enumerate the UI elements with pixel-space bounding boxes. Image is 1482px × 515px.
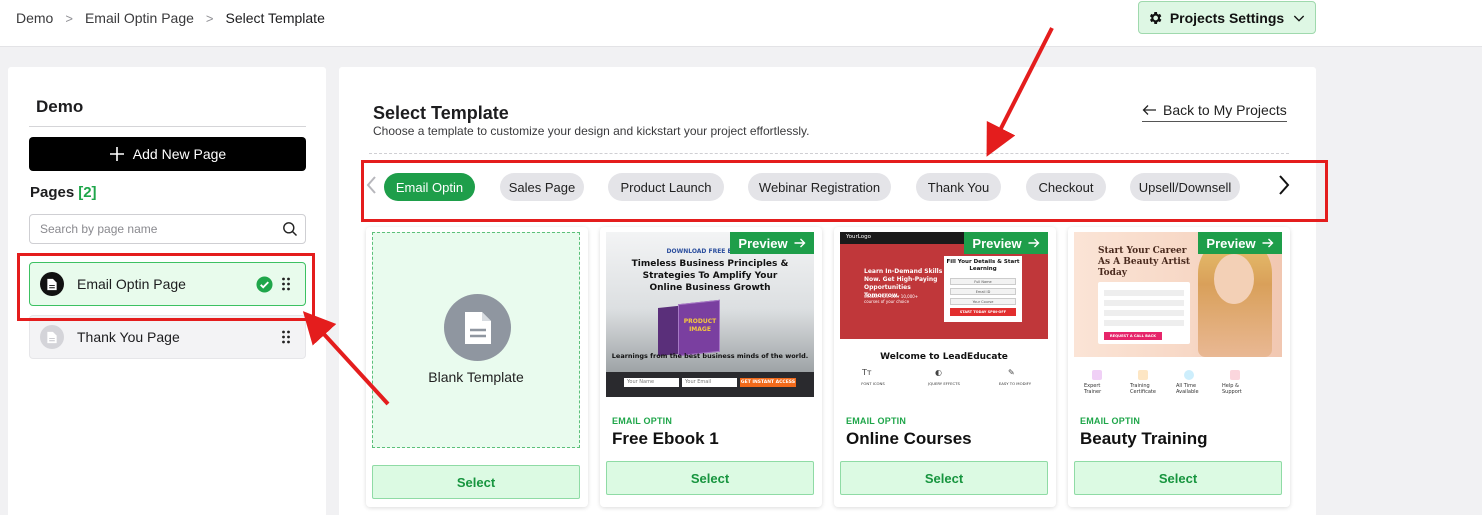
annotation-highlight-box	[17, 253, 315, 321]
search-icon[interactable]	[282, 221, 298, 237]
divider	[29, 126, 306, 127]
select-button[interactable]: Select	[1074, 461, 1282, 495]
breadcrumb-select-template: Select Template	[225, 10, 325, 26]
blank-document-icon	[444, 294, 511, 361]
template-card-online-courses[interactable]: YourLogo Learn In-Demand Skills Now. Get…	[834, 227, 1056, 507]
breadcrumb-email-optin-page[interactable]: Email Optin Page	[85, 10, 194, 26]
projects-settings-button[interactable]: Projects Settings	[1138, 1, 1316, 34]
thumb-feature: All Time Available	[1176, 383, 1199, 395]
select-button[interactable]: Select	[840, 461, 1048, 495]
edit-icon: ✎	[1008, 368, 1015, 377]
annotation-highlight-box	[361, 160, 1328, 222]
pages-heading-label: Pages	[30, 184, 75, 201]
preview-button[interactable]: Preview	[964, 232, 1048, 254]
thumb-logo: YourLogo	[846, 234, 871, 240]
preview-label: Preview	[738, 235, 788, 251]
template-thumbnail: YourLogo Learn In-Demand Skills Now. Get…	[840, 232, 1048, 397]
arrow-right-icon	[794, 238, 806, 248]
pages-heading: Pages [2]	[30, 184, 97, 201]
divider	[369, 153, 1289, 154]
back-to-projects-link[interactable]: Back to My Projects	[1142, 102, 1287, 122]
document-icon	[40, 325, 64, 349]
sidebar-project-title: Demo	[36, 97, 84, 116]
template-thumbnail: DOWNLOAD FREE E-BOOK Timeless Business P…	[606, 232, 814, 397]
template-category: EMAIL OPTIN	[846, 416, 907, 426]
template-thumbnail: Start Your Career As A Beauty Artist Tod…	[1074, 232, 1282, 397]
thumb-form-title: Fill Your Details & Start Learning	[946, 259, 1020, 272]
thumb-field-email: Email ID	[950, 288, 1016, 295]
drag-handle-icon[interactable]	[281, 329, 291, 345]
chevron-down-icon	[1294, 15, 1305, 22]
top-bar: Demo > Email Optin Page > Select Templat…	[0, 0, 1482, 47]
thumb-field-email: Your Email	[682, 378, 737, 387]
gear-icon	[1149, 11, 1162, 24]
page-subtitle: Choose a template to customize your desi…	[373, 124, 810, 138]
sidebar-page-thank-you[interactable]: Thank You Page	[29, 315, 306, 359]
arrow-right-icon	[1262, 238, 1274, 248]
page-search-input[interactable]	[30, 215, 270, 243]
thumb-cta: GET INSTANT ACCESS	[740, 378, 796, 387]
thumb-headline: Timeless Business Principles & Strategie…	[631, 259, 789, 293]
thumb-feature: FONT ICONS	[861, 381, 885, 386]
pages-count: [2]	[78, 184, 97, 201]
thumb-field-name: Full Name	[950, 278, 1016, 285]
thumb-feature: Training Certificate	[1130, 383, 1156, 395]
preview-label: Preview	[972, 235, 1022, 251]
thumb-tagline: Learnings from the best business minds o…	[611, 352, 809, 360]
effects-icon: ◐	[935, 368, 942, 377]
blank-template-area[interactable]: Blank Template	[372, 232, 580, 448]
template-category: EMAIL OPTIN	[612, 416, 673, 426]
thumb-welcome: Welcome to LeadEducate	[880, 352, 1008, 362]
chevron-right-icon: >	[205, 10, 214, 26]
thumb-hero-small: Choose from over 10,000+ courses of your…	[864, 294, 919, 304]
thumb-feature: EASY TO MODIFY	[998, 381, 1032, 386]
thumb-book: PRODUCT IMAGE	[683, 318, 717, 333]
add-new-page-button[interactable]: Add New Page	[29, 137, 306, 171]
template-card-free-ebook[interactable]: DOWNLOAD FREE E-BOOK Timeless Business P…	[600, 227, 822, 507]
thumb-feature: JQUERY EFFECTS	[928, 381, 960, 386]
arrow-right-icon	[1028, 238, 1040, 248]
add-new-page-label: Add New Page	[132, 146, 227, 162]
breadcrumb: Demo > Email Optin Page > Select Templat…	[16, 10, 325, 26]
thumb-field-name: Your Name	[624, 378, 679, 387]
thumb-field-course: Your Course	[950, 298, 1016, 305]
select-button[interactable]: Select	[606, 461, 814, 495]
font-icon: Tт	[862, 368, 872, 377]
back-link-label: Back to My Projects	[1163, 102, 1287, 118]
template-name: Online Courses	[846, 429, 972, 448]
breadcrumb-demo[interactable]: Demo	[16, 10, 53, 26]
preview-button[interactable]: Preview	[730, 232, 814, 254]
template-name: Free Ebook 1	[612, 429, 719, 448]
template-card-beauty-training[interactable]: Start Your Career As A Beauty Artist Tod…	[1068, 227, 1290, 507]
blank-template-label: Blank Template	[428, 369, 524, 385]
select-button[interactable]: Select	[372, 465, 580, 499]
page-item-label: Thank You Page	[77, 329, 180, 345]
thumb-feature: Help & Support	[1222, 383, 1242, 395]
thumb-headline: Start Your Career As A Beauty Artist Tod…	[1098, 246, 1191, 278]
thumb-feature: Expert Trainer	[1084, 383, 1102, 395]
chevron-right-icon: >	[65, 10, 73, 26]
plus-icon	[109, 147, 124, 161]
page-search	[29, 214, 306, 244]
blank-template-card[interactable]: Blank Template Select	[366, 227, 588, 507]
page-title: Select Template	[373, 103, 509, 123]
thumb-cta: REQUEST A CALL BACK	[1104, 332, 1162, 340]
preview-button[interactable]: Preview	[1198, 232, 1282, 254]
template-category: EMAIL OPTIN	[1080, 416, 1141, 426]
template-name: Beauty Training	[1080, 429, 1208, 448]
preview-label: Preview	[1206, 235, 1256, 251]
projects-settings-label: Projects Settings	[1169, 9, 1285, 26]
thumb-cta: START TODAY SPIN-OFF	[950, 308, 1016, 316]
arrow-left-icon	[1142, 105, 1156, 115]
